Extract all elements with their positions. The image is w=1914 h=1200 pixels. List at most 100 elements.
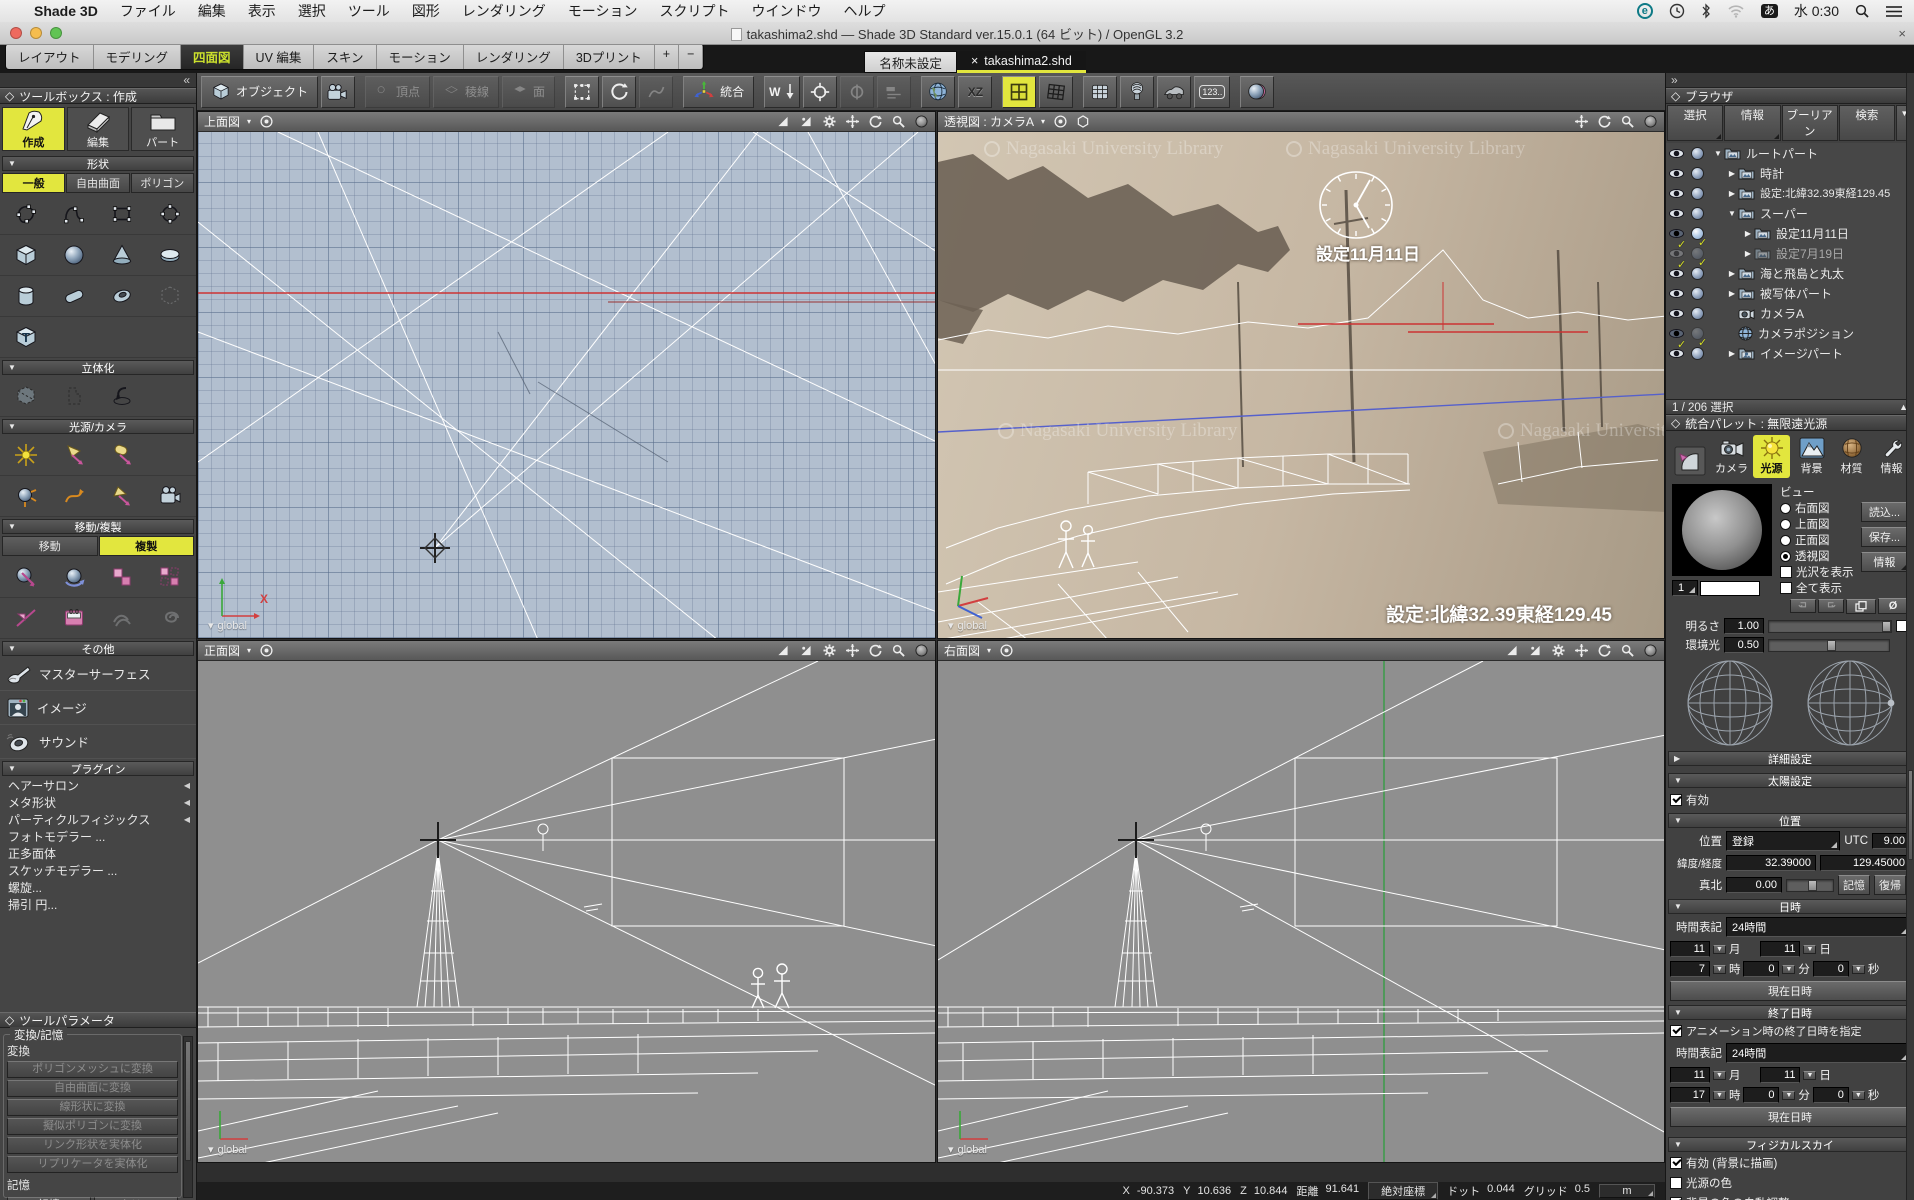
expand-triangle[interactable]: ▶ (1742, 229, 1754, 238)
day-field[interactable]: 11 (1760, 941, 1800, 957)
perspective-view-canvas[interactable]: Nagasaki University Library Nagasaki Uni… (938, 132, 1664, 638)
render-flag-icon[interactable] (1691, 267, 1704, 280)
plugin-sketch-modeler[interactable]: スケッチモデラー ... (0, 862, 196, 879)
second-spinner[interactable]: ▼ (1852, 965, 1865, 974)
menu-shape[interactable]: 図形 (412, 1, 440, 21)
target-icon[interactable] (258, 644, 274, 658)
delete-light-button[interactable]: Ø (1878, 598, 1908, 614)
plugin-sweep-circle[interactable]: 掃引 円... (0, 896, 196, 913)
image-item[interactable]: イメージ (0, 691, 196, 725)
copy-mirror-tool[interactable] (2, 600, 50, 636)
swept-solid-tool[interactable] (146, 278, 194, 314)
tree-item-label[interactable]: 設定:北緯32.39東経129.45 (1760, 185, 1890, 201)
rectangle-tool[interactable] (98, 196, 146, 232)
expand-triangle[interactable]: ▶ (1726, 169, 1738, 178)
tab-uv-edit[interactable]: UV 編集 (244, 44, 315, 69)
open-curve-tool[interactable] (50, 196, 98, 232)
expand-triangle[interactable]: ▶ (1726, 269, 1738, 278)
toolparams-scrollbar[interactable] (183, 1036, 193, 1198)
front-view-title[interactable]: 正面図 (204, 642, 240, 659)
tree-row-super[interactable]: ▼ スーパー (1666, 203, 1914, 223)
tree-row-image-part[interactable]: ▶ イメージパート (1666, 343, 1914, 363)
minute-spinner[interactable]: ▼ (1782, 965, 1795, 974)
zoom-view-icon[interactable] (890, 115, 906, 129)
vertex-mode-button[interactable]: 頂点 (365, 76, 430, 108)
tree-item-label[interactable]: 設定11月11日 (1776, 225, 1849, 242)
end-time-format-dropdown[interactable]: 24時間 (1726, 1043, 1910, 1063)
tree-item-label[interactable]: 海と飛島と丸太 (1760, 265, 1844, 282)
face-mode-button[interactable]: 面 (502, 76, 555, 108)
background-tab[interactable]: 背景 (1793, 435, 1830, 478)
expand-icon[interactable]: » (1671, 73, 1678, 87)
menu-script[interactable]: スクリプト (660, 1, 730, 21)
add-workspace-button[interactable]: + (655, 44, 679, 69)
browser-tab-select[interactable]: 選択 (1667, 105, 1723, 141)
convert-to-freeform-button[interactable]: 自由曲面に変換 (7, 1080, 178, 1097)
tree-item-label[interactable]: 被写体パート (1760, 285, 1832, 302)
time-format-dropdown[interactable]: 24時間 (1726, 917, 1910, 937)
save-button[interactable]: 保存... (1861, 527, 1908, 547)
cone-tool[interactable] (98, 237, 146, 273)
front-view-canvas[interactable]: ▾global (198, 661, 935, 1162)
tree-row-clock[interactable]: ▶ 時計 (1666, 163, 1914, 183)
view-settings-gear-icon[interactable] (821, 115, 837, 129)
render-icon[interactable] (775, 644, 791, 658)
hour-spinner[interactable]: ▼ (1713, 965, 1726, 974)
pan-icon[interactable] (844, 644, 860, 658)
hour-field[interactable]: 7 (1670, 961, 1710, 977)
tree-row-camera-position[interactable]: ✓ ✓ カメラポジション (1666, 323, 1914, 343)
sun-enabled-checkbox[interactable]: 有効 (1666, 789, 1914, 811)
expand-triangle[interactable]: ▶ (1726, 349, 1738, 358)
view-menu-icon[interactable]: ▾ (987, 646, 991, 655)
plugin-meta-shape[interactable]: メタ形状◀ (0, 794, 196, 811)
input-method-icon[interactable]: あ (1761, 4, 1778, 18)
world-coordinates-button[interactable] (921, 76, 955, 108)
pan-icon[interactable] (1573, 115, 1589, 129)
top-view-title[interactable]: 上面図 (204, 113, 240, 130)
copy-numeric-tool[interactable]: 0.0 (50, 600, 98, 636)
copy-grid-tool[interactable] (146, 559, 194, 595)
copy-array-tool[interactable] (98, 559, 146, 595)
sky-enabled-checkbox[interactable]: 有効 (背景に描画) (1666, 1153, 1914, 1173)
notification-center-icon[interactable] (1886, 5, 1902, 18)
surface-tab[interactable] (1670, 444, 1710, 478)
copy-translate-tool[interactable] (2, 559, 50, 595)
visibility-eye-icon[interactable] (1669, 169, 1684, 178)
materialize-link-button[interactable]: リンク形状を実体化 (7, 1137, 178, 1154)
tree-item-label[interactable]: 設定7月19日 (1776, 245, 1844, 262)
true-north-field[interactable]: 0.00 (1726, 877, 1782, 893)
render-flag-icon[interactable] (1691, 347, 1704, 360)
expand-triangle[interactable]: ▶ (1726, 189, 1738, 198)
plugin-hair-salon[interactable]: ヘアーサロン◀ (0, 777, 196, 794)
tab-rendering[interactable]: レンダリング (464, 44, 564, 69)
ambient-field[interactable]: 0.50 (1724, 637, 1764, 653)
expand-triangle[interactable]: ▼ (1712, 149, 1724, 158)
master-surface-item[interactable]: マスターサーフェス (0, 657, 196, 691)
spotlight-tool[interactable] (50, 437, 98, 473)
point-light-tool[interactable] (2, 478, 50, 514)
end-month-spinner[interactable]: ▼ (1713, 1071, 1726, 1080)
viewport-top[interactable]: 上面図 ▾ (197, 111, 936, 639)
tab-skin[interactable]: スキン (314, 44, 376, 69)
path-light-tool[interactable] (50, 478, 98, 514)
view-front-option[interactable]: 正面図 (1780, 532, 1861, 548)
latitude-field[interactable]: 32.39000 (1726, 855, 1816, 871)
rotate-view-icon[interactable] (867, 115, 883, 129)
utc-field[interactable]: 9.00 (1872, 833, 1910, 849)
rotate-view-icon[interactable] (867, 644, 883, 658)
viewport-perspective[interactable]: 透視図 : カメラA ▾ (937, 111, 1665, 639)
zoom-view-icon[interactable] (1619, 115, 1635, 129)
light-preview[interactable] (1672, 484, 1772, 576)
visibility-eye-icon[interactable] (1669, 329, 1684, 338)
end-hour-spinner[interactable]: ▼ (1713, 1091, 1726, 1100)
tab-quad-view[interactable]: 四面図 (181, 44, 244, 69)
expand-triangle[interactable]: ▼ (1726, 209, 1738, 218)
coordinate-mode-dropdown[interactable]: 絶対座標 (1368, 1182, 1438, 1200)
app-menu[interactable]: Shade 3D (34, 3, 98, 19)
second-field[interactable]: 0 (1813, 961, 1849, 977)
zoom-view-icon[interactable] (890, 644, 906, 658)
info-tab[interactable]: 情報 (1873, 435, 1910, 478)
measure-button[interactable] (877, 76, 911, 108)
area-light-tool[interactable] (98, 437, 146, 473)
capsule-tool[interactable] (50, 278, 98, 314)
